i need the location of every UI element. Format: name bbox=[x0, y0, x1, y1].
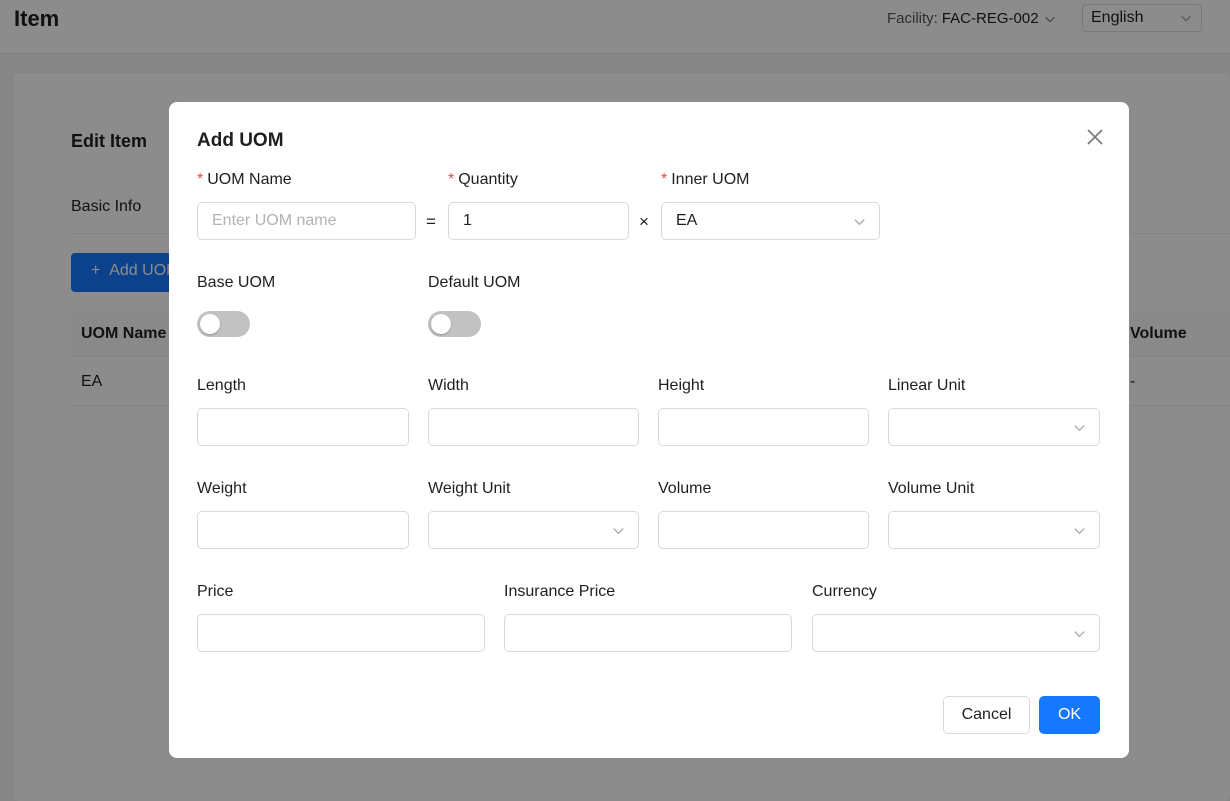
volume-unit-select[interactable] bbox=[888, 511, 1100, 549]
width-input[interactable] bbox=[428, 408, 639, 446]
linear-unit-label: Linear Unit bbox=[888, 377, 966, 394]
default-uom-toggle[interactable] bbox=[428, 311, 481, 337]
chevron-down-icon bbox=[1074, 425, 1085, 432]
weight-label: Weight bbox=[197, 480, 247, 497]
equals-sign: = bbox=[426, 212, 436, 231]
chevron-down-icon bbox=[1074, 528, 1085, 535]
chevron-down-icon bbox=[854, 219, 865, 226]
price-input[interactable] bbox=[197, 614, 485, 652]
base-uom-label: Base UOM bbox=[197, 274, 276, 291]
height-input[interactable] bbox=[658, 408, 869, 446]
weight-unit-label: Weight Unit bbox=[428, 480, 511, 497]
toggle-knob bbox=[431, 314, 451, 334]
length-input[interactable] bbox=[197, 408, 409, 446]
inner-uom-value: EA bbox=[676, 212, 698, 229]
base-uom-toggle[interactable] bbox=[197, 311, 250, 337]
currency-select[interactable] bbox=[812, 614, 1100, 652]
toggle-knob bbox=[200, 314, 220, 334]
width-label: Width bbox=[428, 377, 469, 394]
uom-name-label: * UOM Name bbox=[197, 171, 292, 188]
cancel-button[interactable]: Cancel bbox=[943, 696, 1030, 734]
default-uom-label: Default UOM bbox=[428, 274, 521, 291]
linear-unit-select[interactable] bbox=[888, 408, 1100, 446]
weight-unit-select[interactable] bbox=[428, 511, 639, 549]
chevron-down-icon bbox=[613, 528, 624, 535]
insurance-price-label: Insurance Price bbox=[504, 583, 616, 600]
close-icon[interactable] bbox=[1083, 125, 1107, 149]
modal-title: Add UOM bbox=[197, 130, 284, 151]
insurance-price-input[interactable] bbox=[504, 614, 792, 652]
quantity-label: * Quantity bbox=[448, 171, 518, 188]
volume-label: Volume bbox=[658, 480, 712, 497]
quantity-input[interactable] bbox=[448, 202, 629, 240]
weight-input[interactable] bbox=[197, 511, 409, 549]
inner-uom-select[interactable]: EA bbox=[661, 202, 880, 240]
height-label: Height bbox=[658, 377, 705, 394]
required-mark: * bbox=[661, 171, 668, 188]
required-mark: * bbox=[448, 171, 455, 188]
uom-name-input[interactable] bbox=[197, 202, 416, 240]
inner-uom-label: * Inner UOM bbox=[661, 171, 750, 188]
volume-unit-label: Volume Unit bbox=[888, 480, 975, 497]
chevron-down-icon bbox=[1074, 631, 1085, 638]
ok-button[interactable]: OK bbox=[1039, 696, 1100, 734]
price-label: Price bbox=[197, 583, 234, 600]
currency-label: Currency bbox=[812, 583, 877, 600]
add-uom-modal: Add UOM *UOM Name = *Quantity × *Inner U… bbox=[169, 102, 1129, 758]
length-label: Length bbox=[197, 377, 246, 394]
times-sign: × bbox=[639, 212, 649, 231]
volume-input[interactable] bbox=[658, 511, 869, 549]
required-mark: * bbox=[197, 171, 204, 188]
